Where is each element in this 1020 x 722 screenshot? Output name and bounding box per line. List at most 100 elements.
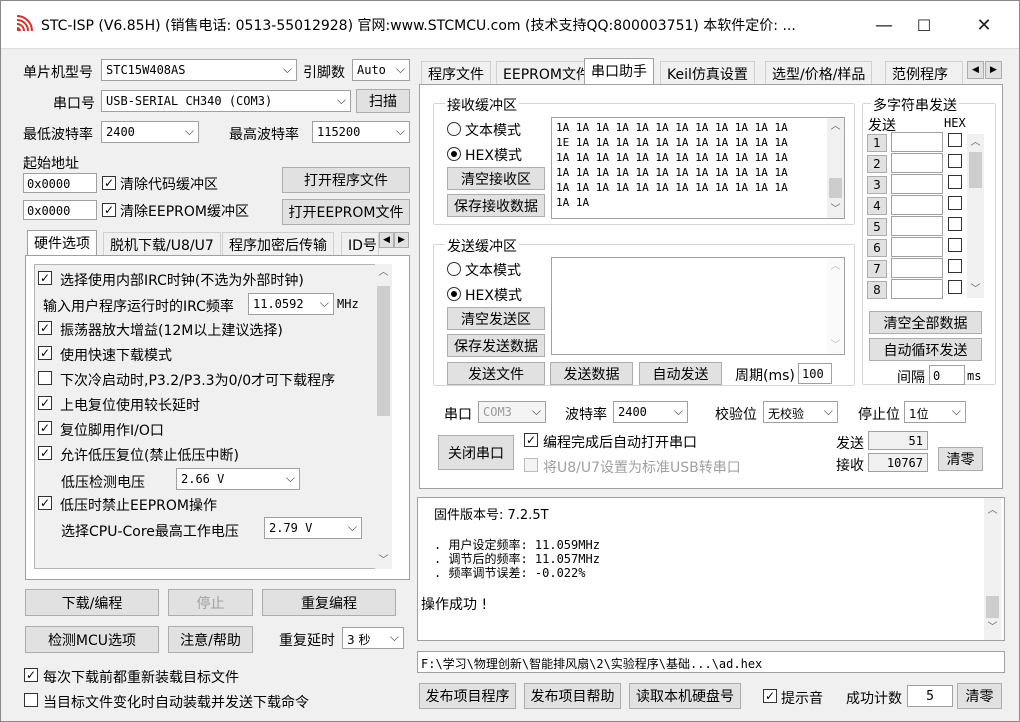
send-file-button[interactable]: 发送文件 <box>447 362 545 385</box>
tab-scroll-left-button[interactable]: ◀ <box>379 232 394 248</box>
min-baud-select[interactable]: 2400 ⌵ <box>101 121 199 143</box>
multi-hex-2-checkbox[interactable] <box>948 154 962 168</box>
multi-send-1-button[interactable]: 1 <box>867 134 887 152</box>
multi-send-4-button[interactable]: 4 <box>867 197 887 215</box>
download-program-button[interactable]: 下载/编程 <box>25 589 159 616</box>
internal-irc-checkbox[interactable]: ✓ <box>38 271 52 285</box>
log-output-area[interactable]: 固件版本号: 7.2.5T . 用户设定频率: 11.059MHz . 调节后的… <box>417 497 1005 641</box>
scroll-thumb[interactable] <box>829 178 842 198</box>
multi-send-5-button[interactable]: 5 <box>867 218 887 236</box>
multi-string-5-input[interactable] <box>891 216 943 236</box>
clear-receive-button[interactable]: 清空接收区 <box>447 167 545 190</box>
open-eeprom-file-button[interactable]: 打开EEPROM文件 <box>282 199 410 225</box>
send-scrollbar[interactable]: ︿ ﹀ <box>827 258 844 354</box>
max-baud-select[interactable]: 115200 ⌵ <box>312 121 410 143</box>
code-address-input[interactable]: 0x0000 <box>23 173 97 193</box>
receive-data-area[interactable]: 1A 1A 1A 1A 1A 1A 1A 1A 1A 1A 1A 1A 1E 1… <box>551 117 845 219</box>
send-data-area[interactable] <box>551 257 845 355</box>
send-data-button[interactable]: 发送数据 <box>550 362 633 385</box>
serial-port-select[interactable]: COM3 ⌵ <box>478 401 546 423</box>
open-program-file-button[interactable]: 打开程序文件 <box>282 167 410 193</box>
cold-start-checkbox[interactable] <box>38 371 52 385</box>
multi-string-scrollbar[interactable]: ︿ ﹀ <box>967 134 984 298</box>
tab-program-file[interactable]: 程序文件 <box>421 61 491 85</box>
cpu-core-voltage-select[interactable]: 2.79 V ⌵ <box>264 517 362 539</box>
long-reset-delay-checkbox[interactable]: ✓ <box>38 396 52 410</box>
auto-open-port-checkbox[interactable]: ✓ <box>524 433 538 447</box>
chevron-up-icon[interactable]: ︿ <box>984 502 1001 519</box>
multi-string-7-input[interactable] <box>891 258 943 278</box>
multi-hex-8-checkbox[interactable] <box>948 280 962 294</box>
repeat-delay-select[interactable]: 3 秒 ⌵ <box>342 627 404 649</box>
tab-serial-assistant[interactable]: 串口助手 <box>584 58 654 85</box>
oscillator-gain-checkbox[interactable]: ✓ <box>38 321 52 335</box>
lv-eeprom-disable-checkbox[interactable]: ✓ <box>38 496 52 510</box>
period-input[interactable]: 100 <box>798 363 832 384</box>
chevron-up-icon[interactable]: ︿ <box>827 118 844 135</box>
chevron-down-icon[interactable]: ﹀ <box>827 337 844 354</box>
scan-button[interactable]: 扫描 <box>356 89 410 113</box>
multi-hex-5-checkbox[interactable] <box>948 217 962 231</box>
clear-code-checkbox[interactable]: ✓ <box>102 176 116 190</box>
read-disk-id-button[interactable]: 读取本机硬盘号 <box>629 683 741 709</box>
close-port-button[interactable]: 关闭串口 <box>438 435 514 470</box>
mcu-model-select[interactable]: STC15W408AS ⌵ <box>101 59 297 81</box>
auto-send-on-change-checkbox[interactable] <box>24 693 38 707</box>
u8-usb-serial-checkbox[interactable] <box>524 458 538 472</box>
send-hex-mode-radio[interactable] <box>447 287 461 301</box>
tab-examples[interactable]: 范例程序 <box>885 61 963 85</box>
scroll-thumb[interactable] <box>377 286 390 416</box>
multi-hex-1-checkbox[interactable] <box>948 133 962 147</box>
reload-before-download-checkbox[interactable]: ✓ <box>24 668 38 682</box>
scroll-thumb[interactable] <box>986 596 999 618</box>
close-button[interactable]: ✕ <box>957 1 1011 49</box>
publish-project-button[interactable]: 发布项目程序 <box>419 683 516 709</box>
multi-string-8-input[interactable] <box>891 279 943 299</box>
stop-button[interactable]: 停止 <box>168 589 253 616</box>
baud-rate-select[interactable]: 2400 ⌵ <box>613 401 688 423</box>
pins-select[interactable]: Auto ⌵ <box>352 59 410 81</box>
multi-hex-6-checkbox[interactable] <box>948 238 962 252</box>
log-scrollbar[interactable]: ︿ ﹀ <box>984 498 1001 640</box>
repeat-program-button[interactable]: 重复编程 <box>262 589 396 616</box>
chevron-up-icon[interactable]: ︿ <box>375 264 392 281</box>
multi-hex-3-checkbox[interactable] <box>948 175 962 189</box>
tab-hardware-options[interactable]: 硬件选项 <box>27 230 97 256</box>
multi-string-3-input[interactable] <box>891 174 943 194</box>
chevron-down-icon[interactable]: ﹀ <box>375 552 392 569</box>
fast-download-checkbox[interactable]: ✓ <box>38 346 52 360</box>
right-tab-scroll-right[interactable]: ▶ <box>985 61 1002 79</box>
tab-encrypted-transfer[interactable]: 程序加密后传输 <box>222 232 334 256</box>
maximize-button[interactable]: ☐ <box>897 1 951 49</box>
tab-offline-download[interactable]: 脱机下载/U8/U7 <box>103 232 221 256</box>
interval-input[interactable]: 0 <box>929 365 965 385</box>
receive-scrollbar[interactable]: ︿ ﹀ <box>827 118 844 218</box>
multi-send-2-button[interactable]: 2 <box>867 155 887 173</box>
port-select[interactable]: USB-SERIAL CH340 (COM3) ⌵ <box>101 90 351 112</box>
multi-string-1-input[interactable] <box>891 132 943 152</box>
multi-string-6-input[interactable] <box>891 237 943 257</box>
parity-select[interactable]: 无校验 ⌵ <box>763 401 838 423</box>
save-receive-button[interactable]: 保存接收数据 <box>447 194 545 217</box>
chevron-up-icon[interactable]: ︿ <box>827 258 844 275</box>
beep-checkbox[interactable]: ✓ <box>763 689 777 703</box>
multi-send-8-button[interactable]: 8 <box>867 281 887 299</box>
scroll-thumb[interactable] <box>969 152 982 188</box>
tab-selection-price[interactable]: 选型/价格/样品 <box>765 61 873 85</box>
auto-loop-send-button[interactable]: 自动循环发送 <box>869 338 982 361</box>
multi-send-7-button[interactable]: 7 <box>867 260 887 278</box>
recv-hex-mode-radio[interactable] <box>447 147 461 161</box>
help-button[interactable]: 注意/帮助 <box>168 626 253 653</box>
chevron-down-icon[interactable]: ﹀ <box>827 201 844 218</box>
recv-text-mode-radio[interactable] <box>447 122 461 136</box>
clear-counter-button[interactable]: 清零 <box>938 447 983 471</box>
chevron-down-icon[interactable]: ﹀ <box>984 619 1001 636</box>
tab-scroll-right-button[interactable]: ▶ <box>394 232 409 248</box>
chevron-down-icon[interactable]: ﹀ <box>967 281 984 298</box>
low-voltage-threshold-select[interactable]: 2.66 V ⌵ <box>176 468 300 490</box>
reset-pin-io-checkbox[interactable]: ✓ <box>38 421 52 435</box>
low-voltage-reset-checkbox[interactable]: ✓ <box>38 446 52 460</box>
right-tab-scroll-left[interactable]: ◀ <box>967 61 984 79</box>
eeprom-address-input[interactable]: 0x0000 <box>23 200 97 220</box>
detect-mcu-options-button[interactable]: 检测MCU选项 <box>25 626 159 653</box>
